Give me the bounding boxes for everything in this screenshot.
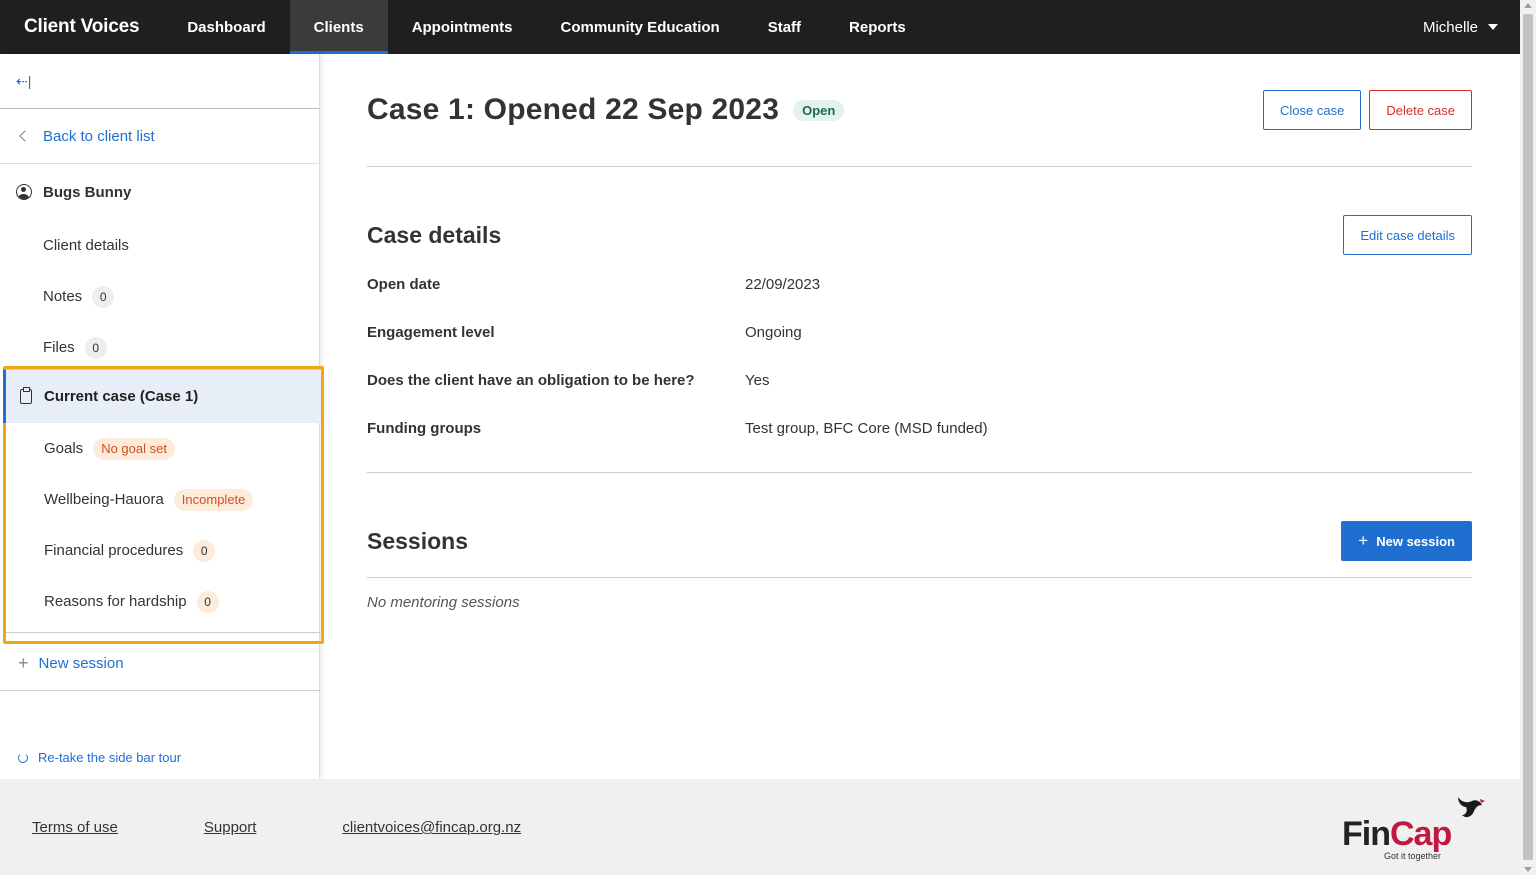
retake-tour-link[interactable]: Re-take the side bar tour xyxy=(18,750,181,765)
terms-of-use-link[interactable]: Terms of use xyxy=(32,819,118,836)
case-header: Case 1: Opened 22 Sep 2023 Open Close ca… xyxy=(367,54,1472,167)
nav-community-education[interactable]: Community Education xyxy=(537,0,744,54)
plus-icon: + xyxy=(18,653,29,673)
status-badge: Open xyxy=(793,99,845,121)
sidebar-item-wellbeing-hauora[interactable]: Wellbeing-Hauora Incomplete xyxy=(6,474,321,525)
case-group-divider xyxy=(6,632,322,633)
sessions-title: Sessions xyxy=(367,527,468,554)
new-session-button[interactable]: + New session xyxy=(1341,521,1472,561)
case-details-list: Open date 22/09/2023 Engagement level On… xyxy=(367,260,1472,452)
sidebar-item-reasons-for-hardship[interactable]: Reasons for hardship 0 xyxy=(6,576,321,627)
detail-value: Ongoing xyxy=(745,323,802,341)
logo-wordmark: FinCap xyxy=(1342,815,1452,854)
bird-icon xyxy=(1458,797,1485,818)
detail-row-open-date: Open date 22/09/2023 xyxy=(367,260,1472,308)
files-count-badge: 0 xyxy=(84,336,107,359)
back-label: Back to client list xyxy=(43,127,155,145)
detail-row-funding-groups: Funding groups Test group, BFC Core (MSD… xyxy=(367,404,1472,452)
collapse-sidebar-icon: ⇠| xyxy=(16,72,32,89)
nav-reports[interactable]: Reports xyxy=(825,0,930,54)
plus-icon: + xyxy=(1358,531,1369,550)
detail-value: Test group, BFC Core (MSD funded) xyxy=(745,419,988,437)
refresh-icon xyxy=(18,752,28,763)
page-title: Case 1: Opened 22 Sep 2023 xyxy=(367,93,780,126)
chevron-left-icon xyxy=(19,130,31,142)
detail-label: Open date xyxy=(367,275,441,293)
email-link[interactable]: clientvoices@fincap.org.nz xyxy=(342,819,521,836)
case-details-header: Case details Edit case details xyxy=(367,215,1472,255)
detail-label: Engagement level xyxy=(367,323,495,341)
sidebar-item-label: Reasons for hardship xyxy=(44,593,187,610)
sidebar: ⇠| Back to client list Bugs Bunny Client… xyxy=(0,54,324,779)
sidebar-item-label: Financial procedures xyxy=(44,542,184,559)
footer: Terms of use Support clientvoices@fincap… xyxy=(0,779,1520,875)
sidebar-item-notes[interactable]: Notes 0 xyxy=(0,271,319,322)
scroll-down-arrow-icon[interactable] xyxy=(1524,867,1532,872)
scrollbar-thumb[interactable] xyxy=(1523,14,1533,860)
user-name: Michelle xyxy=(1422,18,1478,36)
logo-fin: Fin xyxy=(1342,815,1391,853)
detail-label: Does the client have an obligation to be… xyxy=(367,371,695,389)
caret-down-icon xyxy=(1488,24,1498,30)
logo-cap: Cap xyxy=(1389,815,1452,853)
logo-tagline: Got it together xyxy=(1384,851,1442,861)
case-details-title: Case details xyxy=(367,221,502,248)
top-nav: Client Voices Dashboard Clients Appointm… xyxy=(0,0,1520,54)
sidebar-item-current-case[interactable]: Current case (Case 1) xyxy=(3,369,321,423)
goals-status-badge: No goal set xyxy=(93,437,175,460)
financial-procedures-count-badge: 0 xyxy=(193,539,216,562)
client-name: Bugs Bunny xyxy=(43,183,132,201)
no-sessions-message: No mentoring sessions xyxy=(367,594,520,611)
scroll-up-arrow-icon[interactable] xyxy=(1524,3,1532,8)
detail-value: Yes xyxy=(745,371,770,389)
nav-clients[interactable]: Clients xyxy=(289,0,388,54)
sidebar-item-label: Notes xyxy=(43,288,83,305)
sidebar-new-session-link[interactable]: + New session xyxy=(0,636,320,691)
detail-row-obligation: Does the client have an obligation to be… xyxy=(367,356,1472,404)
detail-label: Funding groups xyxy=(367,419,482,437)
sidebar-item-financial-procedures[interactable]: Financial procedures 0 xyxy=(6,525,321,576)
detail-row-engagement-level: Engagement level Ongoing xyxy=(367,308,1472,356)
sidebar-item-label: Goals xyxy=(44,440,84,457)
notes-count-badge: 0 xyxy=(92,285,115,308)
nav-dashboard[interactable]: Dashboard xyxy=(163,0,289,54)
back-to-client-list-link[interactable]: Back to client list xyxy=(0,109,319,164)
page-scrollbar[interactable] xyxy=(1520,0,1536,875)
nav-items: Dashboard Clients Appointments Community… xyxy=(163,0,929,54)
close-case-button[interactable]: Close case xyxy=(1263,90,1362,130)
sidebar-item-label: Wellbeing-Hauora xyxy=(44,491,164,508)
new-session-label: New session xyxy=(38,654,124,672)
wellbeing-status-badge: Incomplete xyxy=(173,488,254,511)
main-content: Case 1: Opened 22 Sep 2023 Open Close ca… xyxy=(367,54,1472,611)
fincap-logo[interactable]: FinCap Got it together xyxy=(1342,793,1492,863)
support-link[interactable]: Support xyxy=(204,819,257,836)
sidebar-item-label: Files xyxy=(43,339,75,356)
current-case-group: Current case (Case 1) Goals No goal set … xyxy=(3,366,324,644)
sessions-divider xyxy=(367,577,1472,578)
user-menu[interactable]: Michelle xyxy=(1423,0,1520,54)
person-icon xyxy=(16,184,32,200)
current-case-label: Current case (Case 1) xyxy=(44,388,199,405)
retake-tour-label: Re-take the side bar tour xyxy=(38,750,182,765)
case-actions: Close case Delete case xyxy=(1263,90,1472,130)
collapse-sidebar-button[interactable]: ⇠| xyxy=(0,54,319,109)
nav-staff[interactable]: Staff xyxy=(744,0,825,54)
delete-case-button[interactable]: Delete case xyxy=(1369,90,1472,130)
new-session-button-label: New session xyxy=(1376,533,1455,549)
client-header: Bugs Bunny xyxy=(0,164,319,220)
sidebar-item-client-details[interactable]: Client details xyxy=(0,220,319,271)
nav-appointments[interactable]: Appointments xyxy=(388,0,537,54)
sessions-header: Sessions + New session xyxy=(367,521,1472,577)
detail-value: 22/09/2023 xyxy=(745,275,821,293)
edit-case-details-button[interactable]: Edit case details xyxy=(1343,215,1472,255)
sidebar-item-goals[interactable]: Goals No goal set xyxy=(6,423,321,474)
app-brand[interactable]: Client Voices xyxy=(0,0,163,54)
section-divider xyxy=(367,472,1472,473)
sidebar-item-label: Client details xyxy=(43,237,129,254)
hardship-count-badge: 0 xyxy=(196,590,219,613)
footer-links: Terms of use Support clientvoices@fincap… xyxy=(32,819,521,836)
clipboard-icon xyxy=(20,387,32,404)
